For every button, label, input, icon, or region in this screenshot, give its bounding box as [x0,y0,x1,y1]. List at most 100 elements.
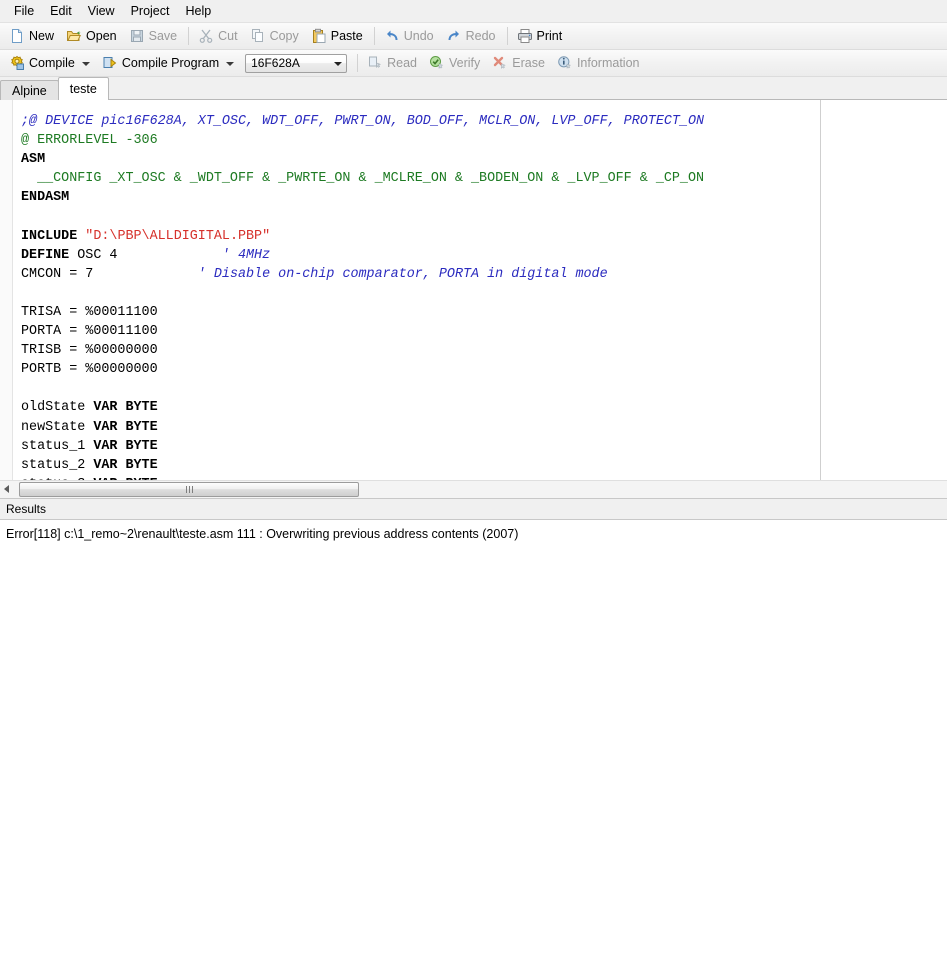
code-token: ;@ DEVICE pic16F628A, XT_OSC, WDT_OFF, P… [21,114,705,129]
paste-button[interactable]: Paste [306,23,370,49]
new-button[interactable]: New [4,23,61,49]
verify-button[interactable]: Verify [424,50,487,76]
results-filler [0,581,947,961]
redo-button[interactable]: Redo [441,23,503,49]
chevron-down-icon[interactable] [81,62,90,66]
scrollbar-thumb[interactable] [19,481,359,497]
cut-button-label: Cut [218,29,238,43]
read-chip-icon [367,55,383,71]
print-button[interactable]: Print [512,23,570,49]
code-token: PORTB = %00000000 [21,362,158,378]
scroll-left-arrow-icon[interactable] [0,482,13,497]
code-token: VAR BYTE [93,438,158,454]
code-token: TRISB = %00000000 [21,343,158,359]
code-line: PORTB = %00000000 [21,360,947,379]
code-line: status_2 VAR BYTE [21,456,947,475]
verify-check-icon [429,55,445,71]
code-token: __CONFIG _XT_OSC & _WDT_OFF & _PWRTE_ON … [21,171,705,187]
code-line: TRISB = %00000000 [21,341,947,360]
code-token: VAR BYTE [93,457,158,473]
menu-item-view[interactable]: View [80,1,123,21]
main-toolbar: New Open Save Cut Copy Paste Undo Redo P… [0,23,947,50]
code-token: status_2 [21,457,94,473]
code-token: INCLUDE [21,228,86,244]
menu-item-help[interactable]: Help [177,1,219,21]
toolbar-separator-1 [188,27,190,45]
compile-program-button[interactable]: Compile Program [97,50,241,76]
results-message: Error[118] c:\1_remo~2\renault\teste.asm… [6,526,519,541]
compile-toolbar: Compile Compile Program 16F628A Read Ver… [0,50,947,77]
copy-button[interactable]: Copy [245,23,306,49]
code-token: PORTA = %00011100 [21,324,158,340]
info-circle-icon [557,55,573,71]
compile-program-button-label: Compile Program [121,56,220,70]
erase-button-label: Erase [512,56,545,70]
grip-line [191,485,193,493]
results-header: Results [0,497,947,520]
code-token: status_1 [21,438,94,454]
code-token: OSC 4 [77,247,222,263]
code-line: DEFINE OSC 4 ' 4MHz [21,246,947,265]
code-editor[interactable]: ;@ DEVICE pic16F628A, XT_OSC, WDT_OFF, P… [0,100,947,480]
open-folder-icon [66,28,82,44]
erase-button[interactable]: Erase [487,50,552,76]
menu-item-file[interactable]: File [6,1,42,21]
code-line: PORTA = %00011100 [21,322,947,341]
chevron-down-icon-2[interactable] [226,62,235,66]
code-line: @ ERRORLEVEL -306 [21,131,947,150]
code-token: ENDASM [21,190,70,206]
floppy-disk-icon [129,28,145,44]
code-line: INCLUDE "D:\PBP\ALLDIGITAL.PBP" [21,227,947,246]
code-line: newState VAR BYTE [21,418,947,437]
paste-button-label: Paste [330,29,363,43]
results-panel[interactable]: Error[118] c:\1_remo~2\renault\teste.asm… [0,519,947,582]
code-token: DEFINE [21,247,78,263]
tab-alpine[interactable]: Alpine [0,80,59,100]
tab-teste[interactable]: teste [57,77,109,100]
code-token: oldState [21,400,94,416]
menu-bar: File Edit View Project Help [0,0,947,23]
menu-item-project[interactable]: Project [123,1,178,21]
editor-gutter[interactable] [0,100,13,480]
save-button-label: Save [148,29,178,43]
read-button-label: Read [387,56,418,70]
erase-x-icon [492,55,508,71]
undo-arrow-icon [384,28,400,44]
copy-pages-icon [250,28,266,44]
chevron-down-icon-3[interactable] [334,61,343,66]
compile-program-icon [102,55,118,71]
code-line: TRISA = %00011100 [21,303,947,322]
document-tab-strip: Alpine teste [0,77,947,100]
information-button[interactable]: Information [552,50,647,76]
clipboard-icon [311,28,327,44]
cut-button[interactable]: Cut [193,23,244,49]
save-button[interactable]: Save [124,23,185,49]
compile-button[interactable]: Compile [4,50,97,76]
code-token: VAR BYTE [93,400,158,416]
open-button[interactable]: Open [61,23,124,49]
new-document-icon [9,28,25,44]
code-line: CMCON = 7 ' Disable on-chip comparator, … [21,265,947,284]
results-header-label: Results [6,501,47,516]
undo-button[interactable]: Undo [379,23,441,49]
code-line: __CONFIG _XT_OSC & _WDT_OFF & _PWRTE_ON … [21,169,947,188]
horizontal-scrollbar[interactable] [0,479,947,498]
printer-icon [517,28,533,44]
compile-gear-icon [9,55,25,71]
device-select-value: 16F628A [251,56,300,70]
verify-button-label: Verify [449,56,481,70]
new-button-label: New [29,29,55,43]
scrollbar-track[interactable] [13,481,947,497]
read-button[interactable]: Read [362,50,424,76]
code-token: @ ERRORLEVEL -306 [21,133,158,149]
code-token: ' 4MHz [221,247,271,263]
print-button-label: Print [536,29,563,43]
copy-button-label: Copy [269,29,299,43]
code-token: newState [21,419,94,435]
menu-item-edit[interactable]: Edit [42,1,80,21]
device-select[interactable]: 16F628A [245,53,348,73]
code-text[interactable]: ;@ DEVICE pic16F628A, XT_OSC, WDT_OFF, P… [13,100,947,480]
